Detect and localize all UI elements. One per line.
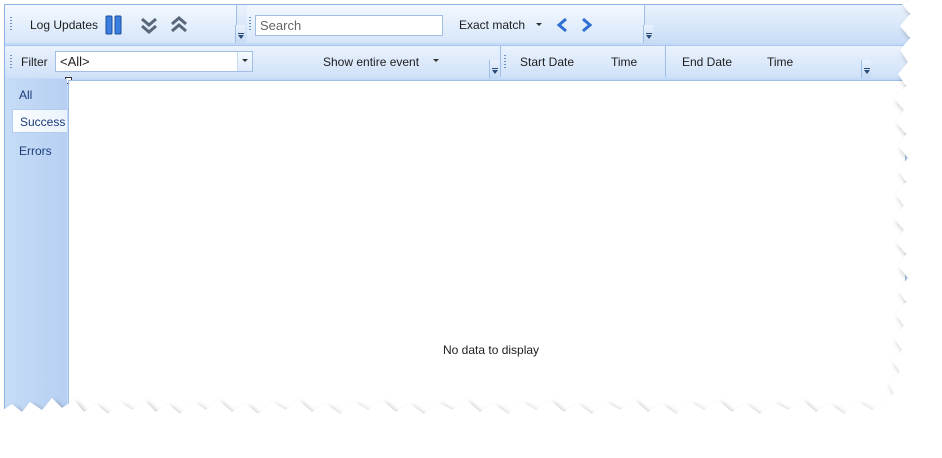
tab-all[interactable]: All <box>12 83 67 107</box>
show-entire-event-dropdown[interactable]: Show entire event <box>323 55 419 69</box>
toolbar-overflow-button[interactable] <box>235 25 245 43</box>
toolbar-grip[interactable] <box>10 55 12 69</box>
log-filter-tabs: All Success Errors <box>5 79 67 423</box>
filter-combobox[interactable]: <All> <box>55 51 253 72</box>
toolbar-grip[interactable] <box>249 17 251 31</box>
search-input[interactable] <box>255 15 443 36</box>
toolbar-separator <box>500 46 501 77</box>
scroll-up-double-chevron-icon[interactable] <box>170 16 188 37</box>
log-updates-label: Log Updates <box>30 18 99 32</box>
tab-success[interactable]: Success <box>12 109 67 133</box>
toolbar-overflow-button[interactable] <box>489 60 499 78</box>
show-entire-event-chevron-down-icon[interactable] <box>433 59 439 62</box>
filter-label: Filter <box>21 55 48 69</box>
exact-match-dropdown[interactable]: Exact match <box>459 18 525 32</box>
start-time-field[interactable]: Time <box>611 55 637 69</box>
tab-errors[interactable]: Errors <box>12 139 67 163</box>
log-grid[interactable]: No data to display <box>68 80 906 423</box>
start-date-field[interactable]: Start Date <box>520 55 574 69</box>
scroll-down-double-chevron-icon[interactable] <box>140 16 158 37</box>
previous-match-icon[interactable] <box>555 17 569 36</box>
empty-state-message: No data to display <box>443 343 540 357</box>
end-time-field[interactable]: Time <box>767 55 793 69</box>
next-match-icon[interactable] <box>580 17 594 36</box>
filter-dropdown-button[interactable] <box>237 52 252 71</box>
toolbar-separator <box>665 46 666 77</box>
end-date-field[interactable]: End Date <box>682 55 732 69</box>
toolbar-grip[interactable] <box>504 55 506 69</box>
toolbar-overflow-button[interactable] <box>643 25 653 43</box>
exact-match-chevron-down-icon[interactable] <box>536 23 542 26</box>
filter-toolbar: Filter <All> Show entire event Start Dat… <box>5 45 909 78</box>
toolbar-overflow-button[interactable] <box>861 60 871 78</box>
main-toolbar: Log Updates Search Exact match <box>5 5 909 43</box>
toolbar-grip[interactable] <box>10 17 12 31</box>
pause-icon[interactable] <box>105 15 123 38</box>
log-updates-group: Log Updates <box>5 5 245 43</box>
chevron-down-icon <box>242 59 248 62</box>
log-viewer-window: Log Updates Search Exact match Filter <A… <box>4 4 910 424</box>
filter-value: <All> <box>60 54 90 69</box>
